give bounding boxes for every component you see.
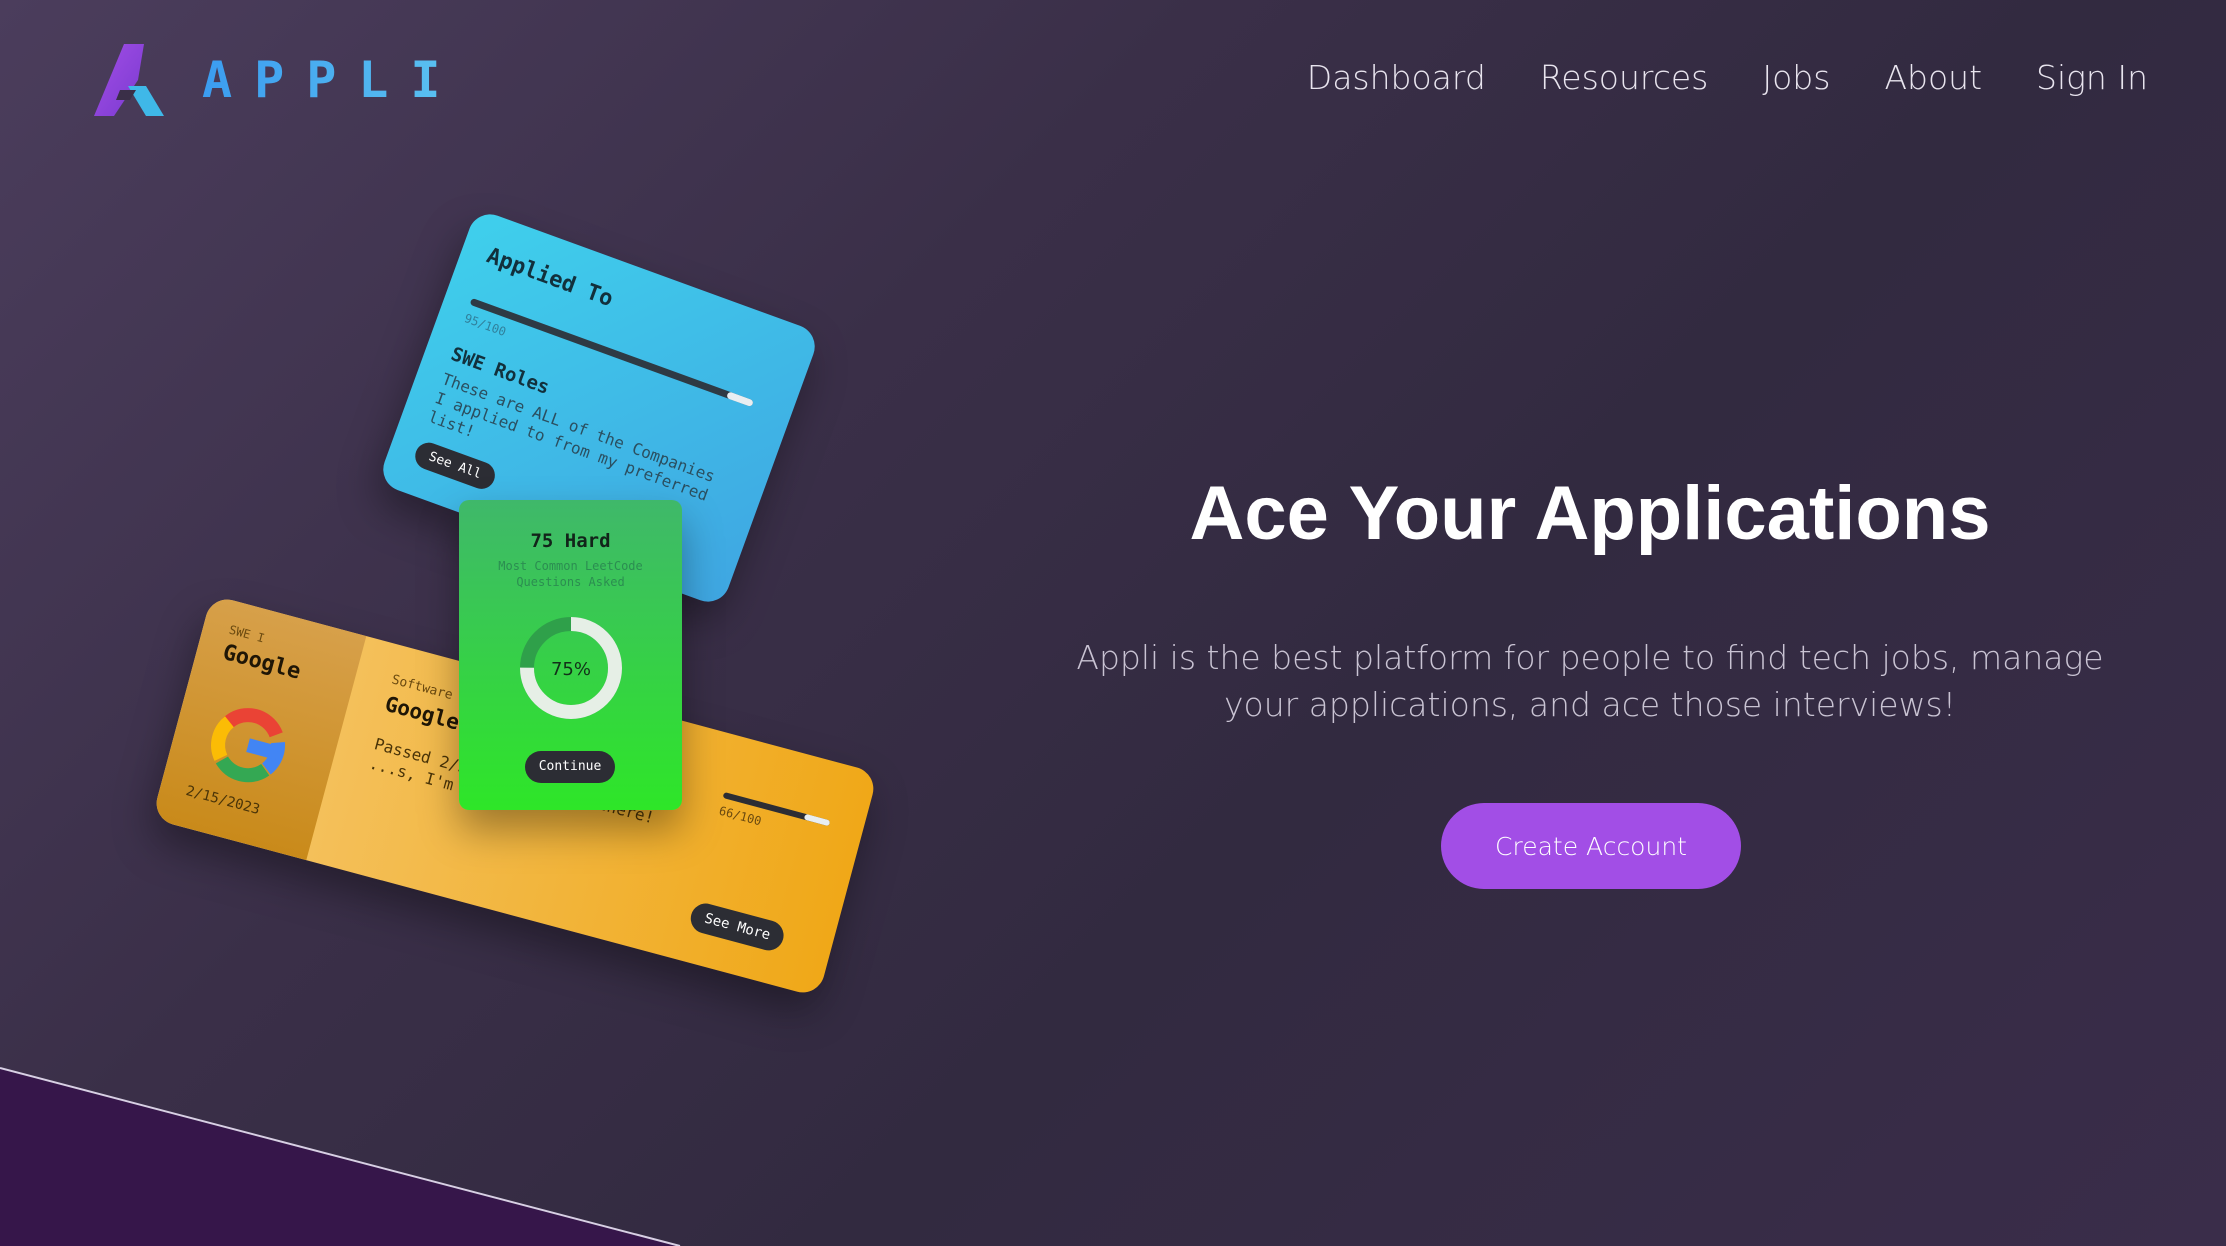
brand-name: APPLI: [202, 51, 463, 109]
hard-card-subtitle: Most Common LeetCode Questions Asked: [498, 559, 643, 589]
main-nav: Dashboard Resources Jobs About Sign In: [1307, 58, 2148, 97]
75-hard-card: 75 Hard Most Common LeetCode Questions A…: [459, 500, 682, 810]
create-account-button[interactable]: Create Account: [1441, 803, 1741, 889]
progress-ring: 75%: [520, 617, 622, 719]
hero-subtitle: Appli is the best platform for people to…: [1076, 638, 2104, 724]
see-more-button: See More: [687, 900, 788, 954]
applied-card-title: Applied To: [483, 243, 617, 313]
applied-progress-fill: [726, 391, 754, 408]
hero-title: Ace Your Applications: [1189, 471, 1991, 556]
nav-about[interactable]: About: [1884, 58, 1982, 97]
google-progress-fill: [803, 813, 831, 827]
nav-dashboard[interactable]: Dashboard: [1307, 58, 1486, 97]
appli-logo-icon: [94, 44, 164, 116]
nav-jobs[interactable]: Jobs: [1762, 58, 1830, 97]
bottom-wedge-decoration: [0, 1067, 681, 1246]
brand-logo[interactable]: APPLI: [94, 40, 463, 120]
applied-progress-bar: [469, 297, 754, 408]
continue-button: Continue: [525, 751, 615, 783]
nav-sign-in[interactable]: Sign In: [2036, 58, 2148, 97]
hard-percent: 75%: [551, 659, 591, 680]
hard-card-title: 75 Hard: [530, 530, 611, 552]
nav-resources[interactable]: Resources: [1540, 58, 1709, 97]
google-count: 66/100: [717, 803, 763, 829]
